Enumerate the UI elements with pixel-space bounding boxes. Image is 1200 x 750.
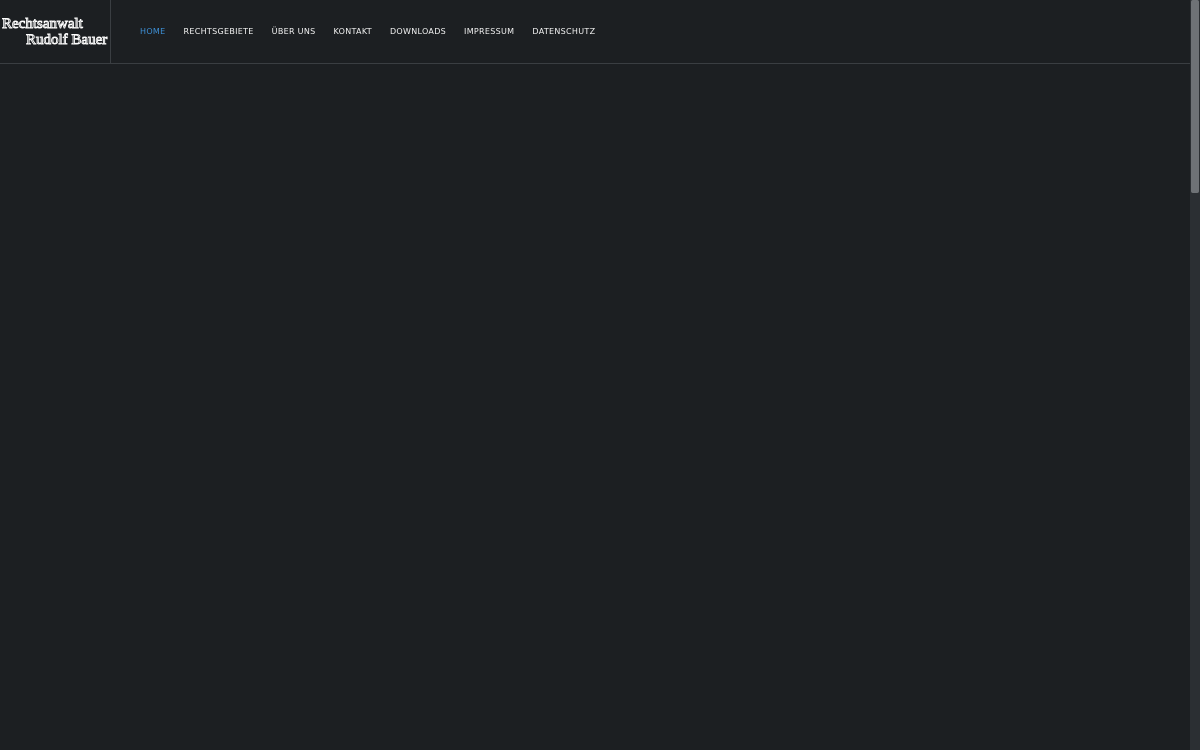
nav-item-home[interactable]: HOME — [140, 0, 165, 63]
nav-item-impressum[interactable]: IMPRESSUM — [464, 0, 514, 63]
nav-item-kontakt[interactable]: KONTAKT — [334, 0, 372, 63]
site-header: Rechtsanwalt Rudolf Bauer HOME RECHTSGEB… — [0, 0, 1190, 64]
nav-item-downloads[interactable]: DOWNLOADS — [390, 0, 446, 63]
nav-item-rechtsgebiete[interactable]: RECHTSGEBIETE — [183, 0, 253, 63]
main-nav: HOME RECHTSGEBIETE ÜBER UNS KONTAKT DOWN… — [140, 0, 613, 63]
nav-item-ueber-uns[interactable]: ÜBER UNS — [272, 0, 316, 63]
logo-line-2: Rudolf Bauer — [26, 32, 107, 48]
scrollbar-thumb[interactable] — [1191, 0, 1199, 193]
logo-wordmark: Rechtsanwalt Rudolf Bauer — [2, 16, 108, 48]
viewport: Rechtsanwalt Rudolf Bauer HOME RECHTSGEB… — [0, 0, 1190, 750]
logo-line-1: Rechtsanwalt — [2, 16, 84, 32]
site-logo[interactable]: Rechtsanwalt Rudolf Bauer — [0, 0, 111, 63]
nav-item-datenschutz[interactable]: DATENSCHUTZ — [532, 0, 595, 63]
page: Rechtsanwalt Rudolf Bauer HOME RECHTSGEB… — [0, 0, 1200, 750]
hero-section — [0, 64, 1190, 750]
vertical-scrollbar[interactable] — [1190, 0, 1200, 750]
